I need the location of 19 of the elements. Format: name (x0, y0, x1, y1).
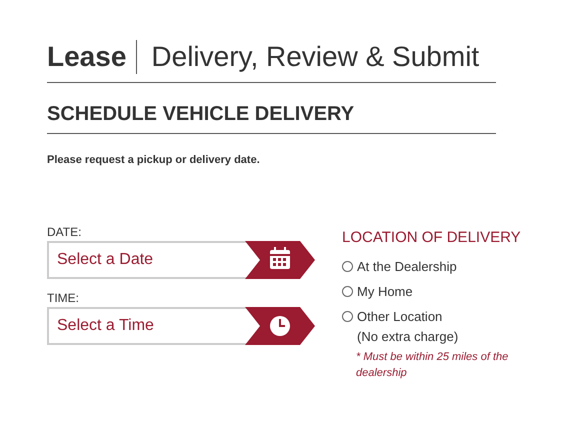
time-picker-field[interactable]: Select a Time (47, 306, 245, 344)
date-picker-field[interactable]: Select a Date (47, 240, 245, 278)
radio-button[interactable] (342, 310, 353, 322)
field-label: DATE: (47, 224, 82, 238)
location-heading: LOCATION OF DELIVERY (342, 228, 522, 246)
radio-button[interactable] (342, 286, 353, 296)
option-label: At the Dealership (357, 258, 457, 274)
section-heading: SCHEDULE VEHICLE DELIVERY (47, 102, 356, 127)
radio-button[interactable] (342, 260, 353, 272)
option-label: Other Location (357, 308, 444, 324)
calendar-icon (245, 240, 315, 278)
instruction-text: Please request a pickup or delivery date. (47, 153, 261, 168)
step-title: Delivery, Review & Submit (150, 40, 480, 74)
field-label: TIME: (47, 290, 80, 304)
option-detail: (No extra charge) (357, 328, 458, 344)
distance-note: * Must be within 25 miles of the dealership (356, 350, 510, 380)
option-label: My Home (357, 284, 413, 300)
clock-icon (245, 306, 315, 344)
product-title: Lease (47, 40, 138, 74)
